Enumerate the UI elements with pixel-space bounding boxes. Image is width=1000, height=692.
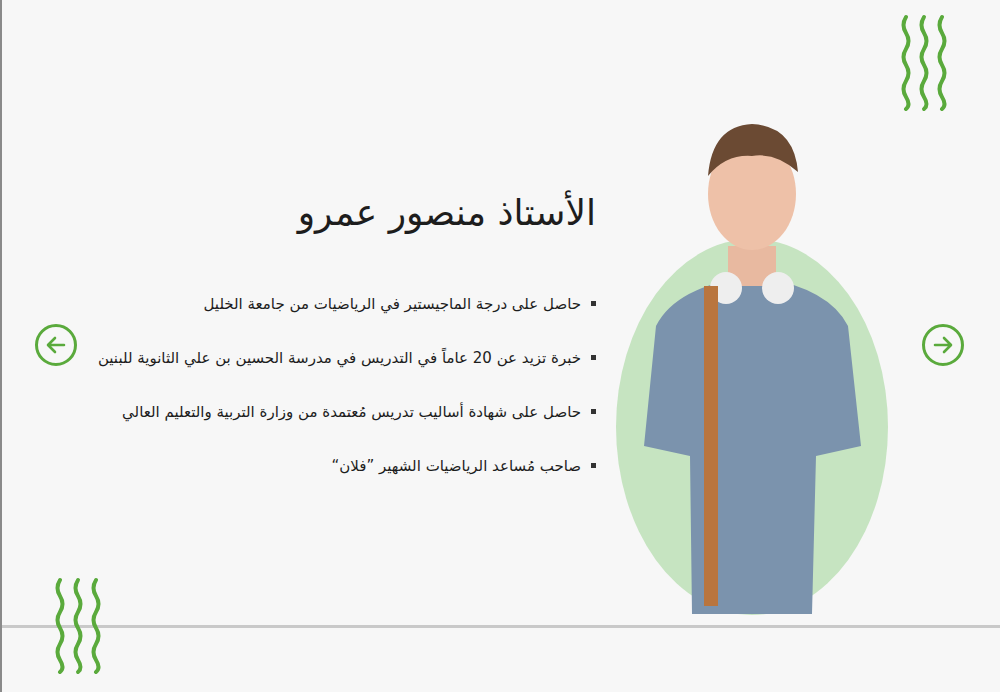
teacher-photo-icon — [616, 106, 888, 616]
teacher-photo — [616, 106, 888, 616]
qualification-text: حاصل على شهادة أساليب تدريس مُعتمدة من و… — [122, 401, 581, 424]
teacher-name: الأستاذ منصور عمرو — [91, 190, 596, 237]
bullet-icon — [591, 355, 596, 360]
qualification-item: حاصل على شهادة أساليب تدريس مُعتمدة من و… — [91, 395, 596, 429]
bullet-icon — [591, 463, 596, 468]
teacher-slide: الأستاذ منصور عمرو حاصل على درجة الماجيس… — [2, 0, 1000, 628]
qualification-text: خبرة تزيد عن 20 عاماً في التدريس في مدرس… — [98, 347, 581, 370]
qualification-item: صاحب مُساعد الرياضيات الشهير ”فلان“ — [91, 449, 596, 483]
arrow-left-icon — [44, 333, 68, 357]
wave-decoration-icon — [900, 14, 948, 112]
qualification-item: خبرة تزيد عن 20 عاماً في التدريس في مدرس… — [91, 341, 596, 375]
qualification-text: صاحب مُساعد الرياضيات الشهير ”فلان“ — [332, 455, 581, 478]
bullet-icon — [591, 301, 596, 306]
prev-button[interactable] — [35, 324, 77, 366]
wave-decoration-icon — [54, 577, 102, 675]
bullet-icon — [591, 409, 596, 414]
teacher-info: الأستاذ منصور عمرو حاصل على درجة الماجيس… — [91, 190, 596, 503]
arrow-right-icon — [931, 333, 955, 357]
next-button[interactable] — [922, 324, 964, 366]
qualifications-list: حاصل على درجة الماجيستير في الرياضيات من… — [91, 287, 596, 483]
qualification-item: حاصل على درجة الماجيستير في الرياضيات من… — [91, 287, 596, 321]
qualification-text: حاصل على درجة الماجيستير في الرياضيات من… — [204, 293, 582, 316]
